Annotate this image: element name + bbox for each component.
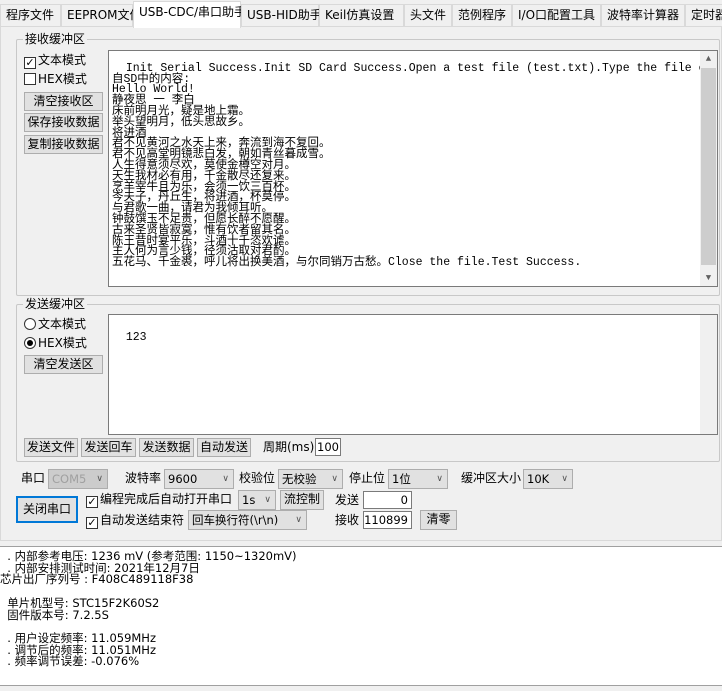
checkmark-icon: ✓ bbox=[86, 516, 98, 529]
receive-scrollbar[interactable]: ▲ ▼ bbox=[700, 51, 717, 286]
send-hex-mode-radio[interactable]: HEX模式 bbox=[24, 336, 87, 350]
clear-send-button[interactable]: 清空发送区 bbox=[24, 355, 103, 374]
auto-send-button[interactable]: 自动发送 bbox=[197, 438, 251, 457]
chevron-down-icon: ∨ bbox=[436, 474, 443, 484]
send-scrollbar[interactable] bbox=[700, 315, 717, 434]
tab-eeprom-file[interactable]: EEPROM文件 bbox=[61, 4, 142, 27]
tab-program-file[interactable]: 程序文件 bbox=[0, 4, 61, 27]
tab-baud-calculator[interactable]: 波特率计算器 bbox=[601, 4, 685, 27]
tab-examples[interactable]: 范例程序 bbox=[452, 4, 512, 27]
parity-label: 校验位 bbox=[239, 471, 276, 485]
receive-content: Init Serial Success.Init SD Card Success… bbox=[112, 61, 717, 270]
send-text-mode-radio[interactable]: 文本模式 bbox=[24, 317, 86, 331]
end-char-select[interactable]: 回车换行符(\r\n) ∨ bbox=[188, 510, 307, 530]
stop-bits-label: 停止位 bbox=[349, 471, 386, 485]
tab-keil-settings[interactable]: Keil仿真设置 bbox=[319, 4, 404, 27]
label: HEX模式 bbox=[38, 72, 87, 86]
scroll-up-icon[interactable]: ▲ bbox=[700, 51, 717, 67]
send-buffer-title: 发送缓冲区 bbox=[23, 297, 88, 311]
log-text: . 内部参考电压: 1236 mV (参考范围: 1150~1320mV) . … bbox=[0, 549, 297, 669]
tab-timer[interactable]: 定时器 bbox=[685, 4, 722, 27]
send-content: 123 bbox=[125, 331, 147, 344]
receive-text-mode-checkbox[interactable]: ✓ 文本模式 bbox=[24, 53, 86, 69]
value: 9600 bbox=[168, 472, 198, 486]
send-data-button[interactable]: 发送数据 bbox=[139, 438, 194, 457]
period-label: 周期(ms) bbox=[263, 440, 315, 454]
label: 文本模式 bbox=[38, 53, 87, 67]
radio-circle bbox=[24, 318, 36, 330]
tab-header-file[interactable]: 头文件 bbox=[404, 4, 452, 27]
send-textarea[interactable]: 123 bbox=[108, 314, 718, 435]
recv-count-label: 接收 bbox=[335, 513, 360, 527]
auto-open-delay-select[interactable]: 1s ∨ bbox=[238, 490, 276, 510]
parity-select[interactable]: 无校验 ∨ bbox=[278, 469, 343, 489]
value: 1s bbox=[242, 493, 256, 507]
buffer-size-select[interactable]: 10K ∨ bbox=[523, 469, 573, 489]
value: 10K bbox=[527, 472, 550, 486]
radio-circle bbox=[24, 337, 36, 349]
checkbox-box bbox=[24, 73, 36, 85]
tab-bar: 程序文件 EEPROM文件 USB-CDC/串口助手 USB-HID助手 Kei… bbox=[0, 1, 722, 28]
label: 编程完成后自动打开串口 bbox=[100, 492, 233, 506]
tab-io-config[interactable]: I/O口配置工具 bbox=[512, 4, 601, 27]
checkmark-icon: ✓ bbox=[24, 56, 36, 69]
clear-count-button[interactable]: 清零 bbox=[420, 510, 457, 530]
chevron-down-icon: ∨ bbox=[331, 474, 338, 484]
sent-count-field: 0 bbox=[363, 491, 412, 509]
value: 无校验 bbox=[282, 472, 317, 486]
label: 自动发送结束符 bbox=[100, 513, 185, 527]
baud-label: 波特率 bbox=[125, 471, 162, 485]
chevron-down-icon: ∨ bbox=[295, 515, 302, 525]
tab-usb-cdc[interactable]: USB-CDC/串口助手 bbox=[133, 1, 246, 28]
sent-count-label: 发送 bbox=[335, 493, 360, 507]
receive-hex-mode-checkbox[interactable]: HEX模式 bbox=[24, 72, 87, 86]
chevron-down-icon: ∨ bbox=[264, 495, 271, 505]
auto-open-checkbox[interactable]: ✓ 编程完成后自动打开串口 bbox=[86, 492, 232, 508]
serial-assistant-panel: 接收缓冲区 ✓ 文本模式 HEX模式 清空接收区 保存接收数据 复制接收数据 In… bbox=[0, 27, 722, 541]
clear-receive-button[interactable]: 清空接收区 bbox=[24, 92, 103, 111]
auto-end-char-checkbox[interactable]: ✓ 自动发送结束符 bbox=[86, 513, 184, 529]
period-input[interactable]: 100 bbox=[315, 438, 341, 456]
value: 回车换行符(\r\n) bbox=[192, 513, 279, 527]
send-file-button[interactable]: 发送文件 bbox=[24, 438, 78, 457]
label: HEX模式 bbox=[38, 336, 87, 350]
port-select[interactable]: COM5 ∨ bbox=[48, 469, 108, 489]
recv-count-field: 110899 bbox=[363, 511, 412, 529]
chevron-down-icon: ∨ bbox=[222, 474, 229, 484]
scroll-down-icon[interactable]: ▼ bbox=[700, 270, 717, 286]
scroll-thumb[interactable] bbox=[701, 68, 716, 265]
receive-textarea[interactable]: Init Serial Success.Init SD Card Success… bbox=[108, 50, 718, 287]
checkmark-icon: ✓ bbox=[86, 495, 98, 508]
buffer-size-label: 缓冲区大小 bbox=[461, 471, 522, 485]
receive-buffer-title: 接收缓冲区 bbox=[23, 32, 88, 46]
baud-select[interactable]: 9600 ∨ bbox=[164, 469, 234, 489]
copy-receive-button[interactable]: 复制接收数据 bbox=[24, 135, 103, 154]
value: 1位 bbox=[392, 472, 411, 486]
tab-usb-hid[interactable]: USB-HID助手 bbox=[241, 4, 322, 27]
value: COM5 bbox=[52, 472, 87, 486]
label: 文本模式 bbox=[38, 317, 87, 331]
send-newline-button[interactable]: 发送回车 bbox=[81, 438, 136, 457]
flow-control-button[interactable]: 流控制 bbox=[280, 490, 324, 510]
stop-bits-select[interactable]: 1位 ∨ bbox=[388, 469, 448, 489]
port-label: 串口 bbox=[21, 471, 46, 485]
save-receive-button[interactable]: 保存接收数据 bbox=[24, 113, 103, 132]
output-log: . 内部参考电压: 1236 mV (参考范围: 1150~1320mV) . … bbox=[0, 546, 722, 686]
close-port-button[interactable]: 关闭串口 bbox=[16, 496, 78, 523]
chevron-down-icon: ∨ bbox=[96, 474, 103, 484]
chevron-down-icon: ∨ bbox=[561, 474, 568, 484]
